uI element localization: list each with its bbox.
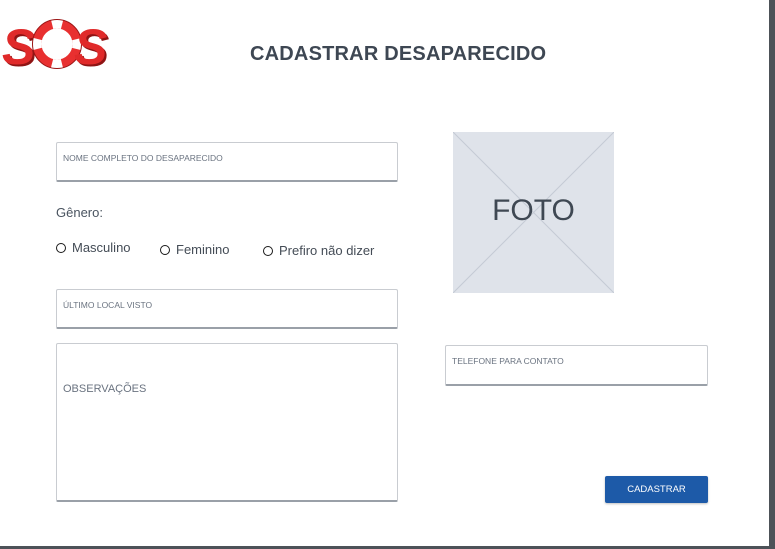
radio-prefiro-nao-dizer-label: Prefiro não dizer [279,243,375,258]
radio-feminino-label: Feminino [176,242,230,257]
name-field[interactable]: NOME COMPLETO DO DESAPARECIDO [56,142,398,182]
last-place-placeholder: ÚLTIMO LOCAL VISTO [63,300,153,310]
notes-placeholder: OBSERVAÇÕES [63,383,147,395]
radio-masculino-label: Masculino [72,240,131,255]
submit-button[interactable]: CADASTRAR [605,476,708,503]
last-place-field[interactable]: ÚLTIMO LOCAL VISTO [56,289,398,329]
page-title: CADASTRAR DESAPARECIDO [250,43,547,65]
sos-logo: S S S S [2,10,112,77]
phone-field-placeholder: TELEFONE PARA CONTATO [452,356,564,366]
sos-logo-graphic: S S S S [2,19,109,77]
svg-text:S: S [2,19,35,72]
gender-option-prefiro-nao-dizer[interactable]: Prefiro não dizer [263,243,374,258]
photo-upload[interactable]: FOTO [452,131,615,294]
name-field-placeholder: NOME COMPLETO DO DESAPARECIDO [63,153,223,163]
gender-option-feminino[interactable]: Feminino [160,242,229,257]
photo-label: FOTO [492,194,575,227]
radio-prefiro-nao-dizer[interactable] [263,245,273,256]
radio-masculino[interactable] [56,242,66,253]
notes-field[interactable]: OBSERVAÇÕES [56,343,398,502]
phone-field[interactable]: TELEFONE PARA CONTATO [445,345,708,386]
radio-feminino[interactable] [160,244,170,255]
svg-text:S: S [74,19,107,72]
gender-label: Gênero: [56,205,103,220]
window-edge-right [769,0,775,549]
gender-option-masculino[interactable]: Masculino [56,240,131,255]
